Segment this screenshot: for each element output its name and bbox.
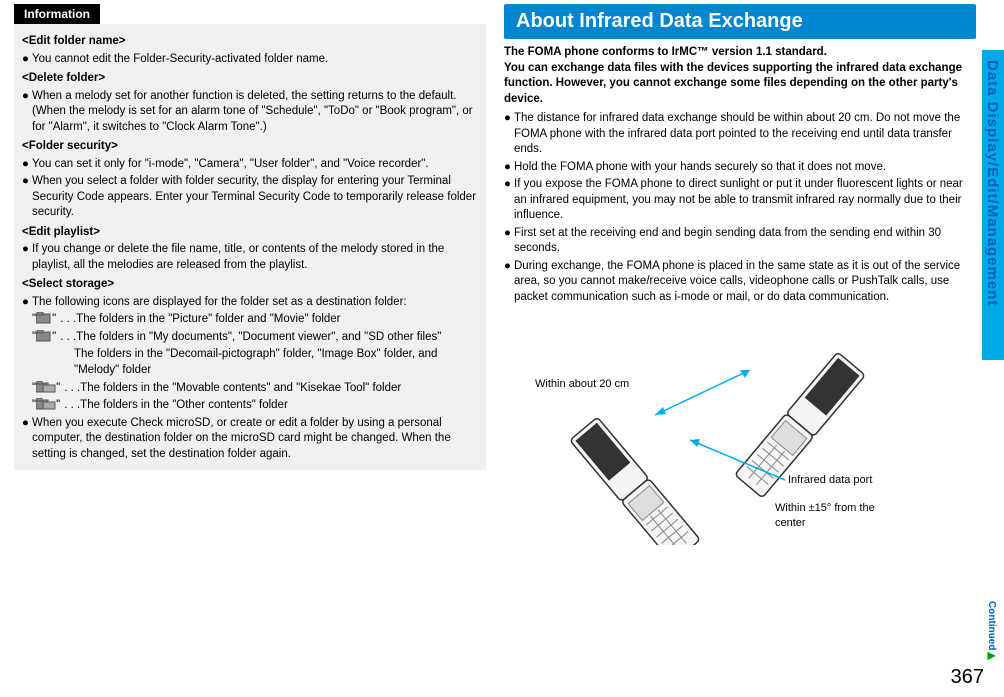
info-text: When a melody set for another function i…: [32, 89, 478, 136]
information-tab: Information: [14, 4, 100, 24]
icon-description: . . .The folders in the "Picture" folder…: [60, 312, 340, 328]
section-intro: The FOMA phone conforms to IrMC™ version…: [504, 45, 976, 107]
diagram-label-port: Infrared data port: [788, 473, 872, 488]
continued-indicator: Continued▶: [985, 601, 999, 661]
bullet-icon: ●: [504, 177, 514, 193]
quote: ": [56, 398, 60, 414]
bullet-icon: ●: [22, 295, 32, 311]
delete-folder-head: <Delete folder>: [22, 71, 478, 87]
bullet-icon: ●: [22, 52, 32, 68]
bullet-icon: ●: [504, 259, 514, 275]
information-box: <Edit folder name> ●You cannot edit the …: [14, 24, 486, 470]
quote: ": [52, 330, 56, 346]
bullet-icon: ●: [22, 157, 32, 173]
folder-pair-icon: [36, 381, 56, 393]
body-text: First set at the receiving end and begin…: [514, 226, 976, 257]
body-text: Hold the FOMA phone with your hands secu…: [514, 160, 976, 176]
side-section-label: Data Display/Edit/Management: [982, 60, 1002, 306]
edit-playlist-head: <Edit playlist>: [22, 225, 478, 241]
quote: ": [56, 381, 60, 397]
bullet-icon: ●: [504, 160, 514, 176]
body-text: During exchange, the FOMA phone is place…: [514, 259, 976, 306]
icon-description: . . .The folders in the "Other contents"…: [64, 398, 288, 414]
body-text: The distance for infrared data exchange …: [514, 111, 976, 158]
info-text: You cannot edit the Folder-Security-acti…: [32, 52, 478, 68]
select-storage-head: <Select storage>: [22, 277, 478, 293]
folder-security-head: <Folder security>: [22, 139, 478, 155]
icon-description: The folders in the "Decomail-pictograph"…: [74, 347, 478, 378]
page-number: 367: [951, 664, 984, 691]
bullet-icon: ●: [504, 226, 514, 242]
section-title-bar: About Infrared Data Exchange: [504, 4, 976, 39]
bullet-icon: ●: [22, 89, 32, 105]
icon-description: . . .The folders in "My documents", "Doc…: [60, 330, 441, 346]
continued-arrow-icon: ▶: [986, 650, 997, 661]
icon-description: . . .The folders in the "Movable content…: [64, 381, 401, 397]
bullet-icon: ●: [22, 174, 32, 190]
diagram-label-angle: Within ±15° from the center: [775, 501, 885, 531]
quote: ": [52, 312, 56, 328]
info-text: When you select a folder with folder sec…: [32, 174, 478, 221]
edit-folder-name-head: <Edit folder name>: [22, 34, 478, 50]
diagram-label-distance: Within about 20 cm: [535, 377, 629, 392]
info-text: If you change or delete the file name, t…: [32, 242, 478, 273]
bullet-icon: ●: [504, 111, 514, 127]
info-text: The following icons are displayed for th…: [32, 295, 478, 311]
folder-icon: [36, 330, 52, 342]
bullet-icon: ●: [22, 242, 32, 258]
info-text: You can set it only for "i-mode", "Camer…: [32, 157, 478, 173]
folder-pair-icon: [36, 398, 56, 410]
infrared-diagram: Within about 20 cm Infrared data port Wi…: [540, 315, 940, 545]
info-text: When you execute Check microSD, or creat…: [32, 416, 478, 463]
folder-icon: [36, 312, 52, 324]
bullet-icon: ●: [22, 416, 32, 432]
body-text: If you expose the FOMA phone to direct s…: [514, 177, 976, 224]
